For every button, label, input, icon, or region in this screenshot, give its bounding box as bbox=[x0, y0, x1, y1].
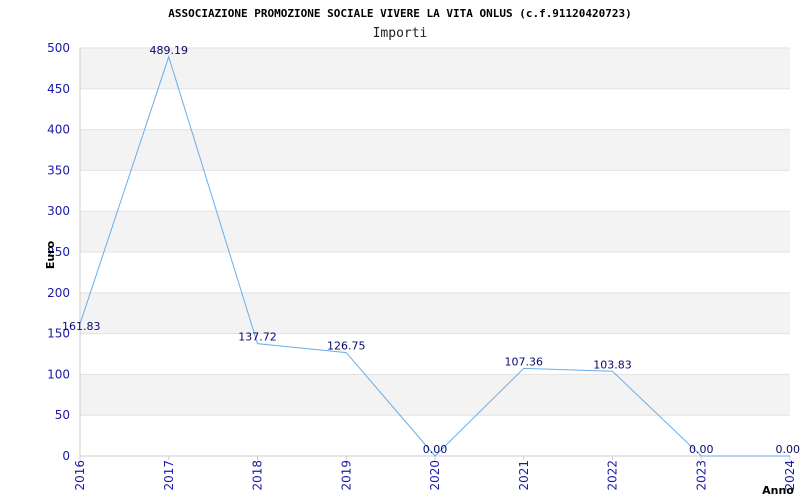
data-label: 103.83 bbox=[593, 358, 632, 371]
y-tick-label: 500 bbox=[47, 41, 70, 55]
x-axis-label: Anno bbox=[762, 484, 794, 497]
chart-subtitle: Importi bbox=[373, 26, 428, 41]
grid-band bbox=[80, 374, 790, 416]
grid-band bbox=[80, 292, 790, 334]
chart-title: ASSOCIAZIONE PROMOZIONE SOCIALE VIVERE L… bbox=[168, 7, 632, 20]
y-tick-label: 0 bbox=[62, 449, 70, 463]
data-label: 0.00 bbox=[776, 443, 800, 456]
x-tick-labels: 2016 2017 2018 2019 2020 2021 2022 2023 2024 bbox=[73, 456, 797, 491]
data-label: 0.00 bbox=[423, 443, 448, 456]
y-tick-label: 350 bbox=[47, 163, 70, 177]
y-tick-label: 450 bbox=[47, 82, 70, 96]
x-tick-label: 2023 bbox=[694, 460, 708, 491]
data-label: 137.72 bbox=[238, 331, 277, 344]
y-tick-label: 400 bbox=[47, 123, 70, 137]
grid-band bbox=[80, 129, 790, 171]
grid-band bbox=[80, 333, 790, 375]
data-label: 489.19 bbox=[150, 44, 189, 57]
data-label: 126.75 bbox=[327, 340, 366, 353]
grid-band bbox=[80, 211, 790, 252]
y-tick-label: 300 bbox=[47, 204, 70, 218]
x-tick-label: 2021 bbox=[517, 460, 531, 491]
x-tick-label: 2018 bbox=[251, 460, 265, 491]
x-tick-label: 2016 bbox=[73, 460, 87, 491]
y-tick-label: 100 bbox=[47, 367, 70, 381]
grid-band bbox=[80, 170, 790, 212]
y-tick-label: 50 bbox=[55, 408, 70, 422]
x-tick-label: 2019 bbox=[339, 460, 353, 491]
x-tick-label: 2017 bbox=[162, 460, 176, 491]
data-label: 107.36 bbox=[505, 355, 544, 368]
grid-band bbox=[80, 252, 790, 293]
y-tick-label: 200 bbox=[47, 286, 70, 300]
grid-band bbox=[80, 88, 790, 130]
data-label: 0.00 bbox=[689, 443, 714, 456]
data-label: 161.83 bbox=[62, 320, 101, 333]
line-chart: 050100150200250300350400450500 2016 2017 2… bbox=[44, 7, 800, 497]
x-tick-label: 2020 bbox=[428, 460, 442, 491]
x-tick-label: 2022 bbox=[606, 460, 620, 491]
y-axis-label: Euro bbox=[44, 240, 57, 269]
